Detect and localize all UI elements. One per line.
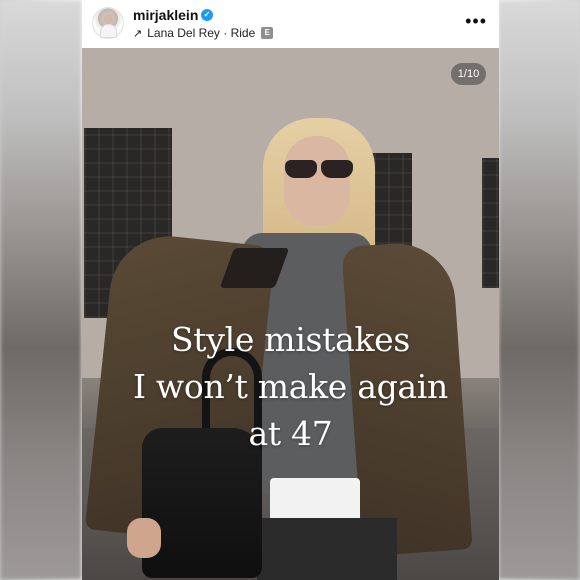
overlay-caption: Style mistakes I won’t make again at 47 bbox=[82, 316, 499, 457]
post-card: mirjaklein ✓ ↗ Lana Del Rey · Ride E •••… bbox=[82, 0, 499, 580]
right-background-blur bbox=[498, 0, 580, 580]
avatar-face bbox=[104, 14, 113, 24]
sunglasses bbox=[285, 160, 353, 178]
left-background-blur bbox=[0, 0, 82, 580]
building-window bbox=[482, 158, 499, 288]
explicit-badge: E bbox=[261, 27, 274, 39]
arrow-up-right-icon: ↗ bbox=[133, 27, 143, 40]
caption-line: at 47 bbox=[248, 414, 333, 453]
person-shirt bbox=[270, 478, 360, 523]
person-trousers bbox=[257, 518, 397, 580]
avatar[interactable] bbox=[92, 7, 124, 39]
carousel-counter: 1/10 bbox=[451, 63, 486, 85]
person-face bbox=[284, 136, 350, 226]
verified-icon: ✓ bbox=[201, 9, 213, 21]
music-label: Lana Del Rey · Ride bbox=[147, 26, 256, 40]
more-options-icon[interactable]: ••• bbox=[465, 12, 487, 30]
music-info[interactable]: ↗ Lana Del Rey · Ride E bbox=[133, 26, 274, 40]
caption-line: I won’t make again bbox=[133, 367, 448, 406]
caption-line: Style mistakes bbox=[170, 320, 411, 359]
post-photo[interactable]: 1/10 Style mistakes I won’t make again a… bbox=[82, 48, 499, 580]
person-hand bbox=[127, 518, 161, 558]
post-header: mirjaklein ✓ ↗ Lana Del Rey · Ride E ••• bbox=[82, 0, 499, 48]
username[interactable]: mirjaklein bbox=[133, 7, 198, 23]
avatar-body bbox=[100, 24, 117, 38]
